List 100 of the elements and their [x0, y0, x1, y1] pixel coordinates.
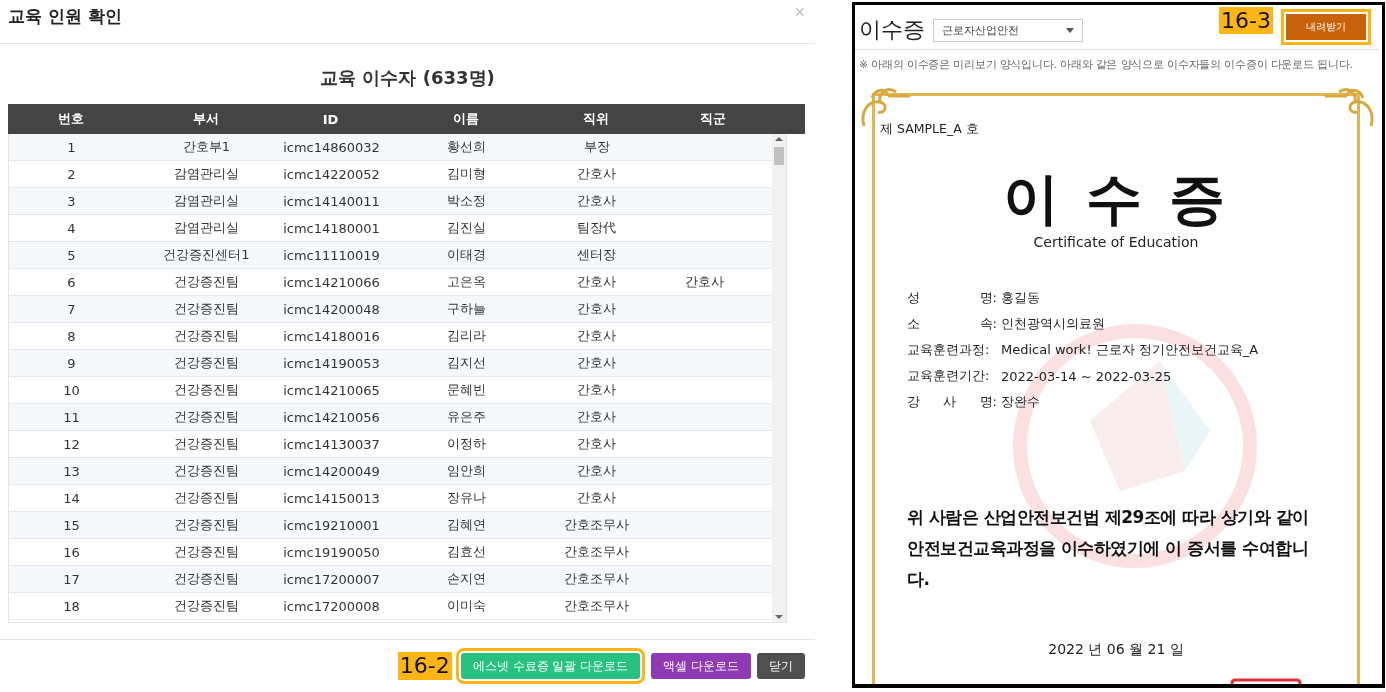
column-header: 부서 — [191, 110, 220, 128]
table-cell-text: 16 — [62, 544, 81, 560]
table-cell-text: 고은옥 — [446, 273, 487, 291]
column-header: 직위 — [581, 110, 610, 128]
table-cell-text: 11 — [62, 409, 81, 425]
table-cell-text: 간호조무사 — [563, 516, 630, 534]
table-cell-text: 건강증진팀 — [173, 462, 240, 480]
certificate-number: 제 SAMPLE_A 호 — [880, 121, 980, 138]
table-cell-text: 김효선 — [446, 543, 487, 561]
table-cell-text: 간호조무사 — [563, 597, 630, 615]
table-cell-text: 간호사 — [576, 381, 617, 399]
table-cell-text: 건강증진팀 — [173, 597, 240, 615]
table-cell-text: 감염관리실 — [173, 192, 240, 210]
field-label: 성 명: — [907, 289, 997, 307]
table-cell-text: 건강증진팀 — [173, 354, 240, 372]
table-cell-text: 14 — [62, 490, 81, 506]
table-cell-text: 간호사 — [576, 462, 617, 480]
table-cell-text: 건강증진팀 — [173, 327, 240, 345]
table-cell-text: 간호사 — [576, 408, 617, 426]
certificate-title: 이 수 증 — [1001, 168, 1231, 230]
table-cell-text: 7 — [66, 301, 77, 317]
annotation-label: 16-3 — [1219, 7, 1273, 34]
table-cell-text: 17 — [62, 571, 81, 587]
certificate-statement: 위 사람은 산업안전보건법 제29조에 따라 상기와 같이 안전보건교육과정을 이수하였기에 이 증서를 수여합니다. — [907, 506, 1310, 591]
column-header: ID — [321, 111, 340, 127]
table-cell-text: 김미형 — [446, 165, 487, 183]
table-cell-text: 간호부1 — [181, 138, 232, 156]
field-label: 교육훈련기간: — [907, 367, 991, 385]
table-cell-text: 간호사 — [683, 273, 725, 291]
table-cell-text: 임안희 — [446, 462, 487, 480]
table-cell-text: 부장 — [582, 138, 611, 156]
table-cell-text: icmc14200048 — [282, 301, 381, 317]
scrollbar[interactable] — [772, 134, 786, 622]
table-cell-text: icmc14130037 — [282, 436, 381, 452]
table-cell-text: icmc11110019 — [282, 247, 381, 263]
table-cell-text: 센터장 — [576, 246, 617, 264]
table-cell-text: 손지연 — [446, 570, 487, 588]
table-cell-text: icmc14210065 — [282, 382, 381, 398]
table-cell-text: 문혜빈 — [446, 381, 487, 399]
table-cell-text: 간호조무사 — [563, 570, 630, 588]
table-cell-text: 박소정 — [446, 192, 487, 210]
table-cell-text: 2 — [66, 166, 77, 182]
table-cell-text: 건강증진팀 — [173, 381, 240, 399]
table-cell-text: icmc14180016 — [282, 328, 381, 344]
table-cell-text: 건강증진팀 — [173, 570, 240, 588]
table-cell-text: 4 — [66, 220, 77, 236]
table-cell-text: icmc14180001 — [282, 220, 381, 236]
field-value: 장완수 — [1001, 393, 1040, 411]
table-cell-text: 13 — [62, 463, 81, 479]
table-cell-text: 건강증진팀 — [173, 273, 240, 291]
table-cell-text: icmc14210056 — [282, 409, 381, 425]
annotation-label: 16-2 — [397, 652, 452, 680]
table-cell-text: 간호사 — [576, 354, 617, 372]
table-cell-text: icmc14210066 — [282, 274, 381, 290]
table-cell-text: 감염관리실 — [173, 165, 240, 183]
table-cell-text: 이미숙 — [446, 597, 487, 615]
table-cell-text: 건강증진센터1 — [162, 246, 251, 264]
field-value: Medical work! 근로자 정기안전보건교육_A — [1001, 341, 1259, 359]
table-cell-text: 이태경 — [446, 246, 487, 264]
table-cell-text: 구하늘 — [446, 300, 487, 318]
table-cell-text: 간호조무사 — [563, 543, 630, 561]
table-cell-text: 감염관리실 — [173, 219, 240, 237]
table-cell-text: 10 — [62, 382, 81, 398]
column-header: 직군 — [699, 110, 727, 128]
field-value: 2022-03-14 ~ 2022-03-25 — [1001, 368, 1172, 384]
certificate-subtitle: Certificate of Education — [1032, 234, 1200, 250]
table-cell-text: 8 — [66, 328, 77, 344]
table-cell-text: 이정하 — [446, 435, 487, 453]
course-select[interactable]: 근로자산업안전 — [933, 18, 1083, 42]
table-cell-text: icmc14140011 — [282, 193, 381, 209]
table-cell-text: 5 — [66, 247, 77, 263]
table-cell-text: 건강증진팀 — [173, 408, 240, 426]
field-label: 소 속: — [907, 315, 997, 333]
excel-download-button[interactable]: 액셀 다운로드 — [651, 653, 751, 679]
table-cell-text: icmc19190050 — [282, 544, 381, 560]
table-cell-text: 3 — [66, 193, 77, 209]
table-cell-text: 건강증진팀 — [173, 435, 240, 453]
table-cell-text: 15 — [62, 517, 81, 533]
table-cell-text: 간호사 — [576, 300, 617, 318]
table-cell-text: 건강증진팀 — [173, 489, 240, 507]
field-label: 강 사 명: — [907, 393, 997, 411]
table-cell-text: 간호사 — [576, 327, 617, 345]
table-cell-text: 1 — [66, 139, 77, 155]
table-cell-text: icmc14190053 — [282, 355, 381, 371]
column-header: 번호 — [56, 110, 85, 128]
table-cell-text: 간호사 — [576, 273, 617, 291]
table-cell-text: 건강증진팀 — [173, 516, 240, 534]
table-cell-text: 팀장代 — [576, 219, 617, 237]
table-cell-text: icmc19210001 — [282, 517, 381, 533]
panel-title: 이수증 — [859, 16, 925, 44]
table-cell-text: 6 — [66, 274, 77, 290]
notice-text: ※ 아래의 이수증은 미리보기 양식입니다. 아래와 같은 양식으로 이수자들의 이수증이 다운로드 됩니다. — [858, 57, 1354, 72]
table-cell-text: 유은주 — [446, 408, 487, 426]
close-button[interactable]: 닫기 — [757, 653, 805, 679]
field-value: 인천광역시의료원 — [1001, 315, 1105, 333]
download-button[interactable]: 내려받기 — [1281, 9, 1371, 45]
dialog-title: 교육 인원 확인 — [8, 5, 122, 28]
table-cell-text: icmc17200008 — [282, 598, 381, 614]
table-cell-text: 장유나 — [446, 489, 487, 507]
table-cell-text: 김리라 — [446, 327, 487, 345]
